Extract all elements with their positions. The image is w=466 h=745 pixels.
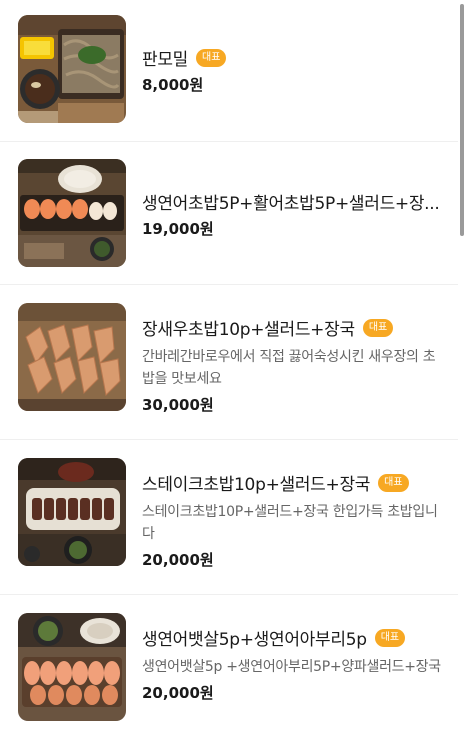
- menu-item-title-row: 생연어뱃살5p+생연어아부리5p 대표: [142, 625, 444, 650]
- soba-noodle-photo: [18, 15, 126, 123]
- shrimp-sushi-photo: [18, 303, 126, 411]
- salmon-belly-sushi-photo: [18, 613, 126, 721]
- menu-item-name: 판모밀: [142, 50, 189, 70]
- menu-item-description: 생연어뱃살5p +생연어아부리5P+양파샐러드+장국: [142, 659, 441, 675]
- menu-item-info: 생연어뱃살5p+생연어아부리5p 대표 생연어뱃살5p +생연어아부리5P+양파…: [142, 625, 444, 703]
- menu-item-price: 20,000원: [142, 684, 214, 702]
- menu-item-price: 30,000원: [142, 396, 214, 414]
- menu-item-price: 8,000원: [142, 76, 204, 94]
- scrollbar[interactable]: [460, 4, 464, 236]
- menu-item-name: 장새우초밥10p+샐러드+장국: [142, 320, 355, 340]
- steak-sushi-photo: [18, 458, 126, 566]
- menu-item-salmon-belly-aburi[interactable]: 생연어뱃살5p+생연어아부리5p 대표 생연어뱃살5p +생연어아부리5P+양파…: [0, 595, 458, 745]
- menu-item-title-row: 판모밀 대표: [142, 45, 444, 70]
- menu-item-name: 스테이크초밥10p+샐러드+장국: [142, 475, 371, 495]
- menu-item-steak-sushi[interactable]: 스테이크초밥10p+샐러드+장국 대표 스테이크초밥10P+샐러드+장국 한입가…: [0, 440, 458, 595]
- menu-item-title-row: 스테이크초밥10p+샐러드+장국 대표: [142, 470, 444, 495]
- salmon-sushi-platter-photo: [18, 159, 126, 267]
- menu-item-salmon-flatfish-sushi[interactable]: 생연어초밥5P+활어초밥5P+샐러드+장... 19,000원: [0, 142, 458, 285]
- signature-badge: 대표: [374, 628, 406, 647]
- signature-badge: 대표: [362, 318, 394, 337]
- signature-badge: 대표: [196, 48, 227, 67]
- menu-item-price: 20,000원: [142, 551, 214, 569]
- menu-item-title-row: 생연어초밥5P+활어초밥5P+샐러드+장...: [142, 189, 444, 214]
- menu-item-title-row: 장새우초밥10p+샐러드+장국 대표: [142, 315, 444, 340]
- menu-item-info: 스테이크초밥10p+샐러드+장국 대표 스테이크초밥10P+샐러드+장국 한입가…: [142, 470, 444, 570]
- menu-item-info: 판모밀 대표 8,000원: [142, 45, 444, 95]
- menu-item-description: 간바레간바로우에서 직접 끓어숙성시킨 새우장의 초밥을 맛보세요: [142, 349, 436, 387]
- menu-item-info: 장새우초밥10p+샐러드+장국 대표 간바레간바로우에서 직접 끓어숙성시킨 새…: [142, 315, 444, 415]
- menu-item-info: 생연어초밥5P+활어초밥5P+샐러드+장... 19,000원: [142, 189, 444, 239]
- menu-list: 판모밀 대표 8,000원 생연어초밥5P+활어초밥5P+샐러드+장... 19…: [0, 0, 458, 745]
- menu-item-shrimp-sushi[interactable]: 장새우초밥10p+샐러드+장국 대표 간바레간바로우에서 직접 끓어숙성시킨 새…: [0, 285, 458, 440]
- menu-item-name: 생연어뱃살5p+생연어아부리5p: [142, 630, 367, 650]
- menu-item-description: 스테이크초밥10P+샐러드+장국 한입가득 초밥입니다: [142, 504, 438, 542]
- menu-item-price: 19,000원: [142, 220, 214, 238]
- menu-item-pan-momil[interactable]: 판모밀 대표 8,000원: [0, 0, 458, 142]
- menu-item-name: 생연어초밥5P+활어초밥5P+샐러드+장...: [142, 194, 440, 214]
- signature-badge: 대표: [378, 473, 409, 492]
